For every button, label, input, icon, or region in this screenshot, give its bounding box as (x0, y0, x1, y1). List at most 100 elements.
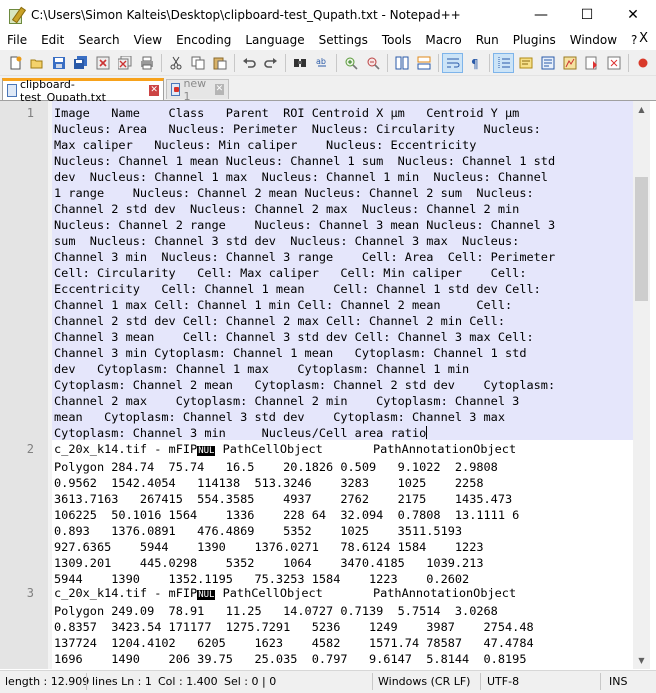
line-3-text[interactable]: c_20x_k14.tif - mFIPNUL PathCellObject P… (54, 585, 534, 667)
svg-text:ab: ab (316, 57, 326, 66)
line-2-head: c_20x_k14.tif - mFIP (54, 442, 198, 456)
editor-right-edge (650, 101, 656, 669)
tab-clipboard-test[interactable]: clipboard-test_Qupath.txt ✕ (2, 78, 164, 104)
toolbar-separator (438, 53, 439, 72)
line-2-tail: PathCellObject PathAnnotationObject (215, 442, 517, 456)
document-tab-bar: clipboard-test_Qupath.txt ✕ new 1 ✕ (0, 76, 656, 104)
text-caret (426, 426, 428, 439)
menu-bar: File Edit Search View Encoding Language … (0, 30, 656, 50)
document-map-icon[interactable] (537, 53, 558, 73)
menu-encoding[interactable]: Encoding (169, 33, 238, 47)
menu-macro[interactable]: Macro (418, 33, 468, 47)
editor-area[interactable]: 1 2 3 Image Name Class Parent ROI Centro… (0, 101, 656, 669)
line-2-text[interactable]: c_20x_k14.tif - mFIPNUL PathCellObject P… (54, 441, 519, 587)
menu-settings[interactable]: Settings (312, 33, 375, 47)
toolbar-separator (285, 53, 286, 72)
status-encoding[interactable]: UTF-8 (487, 675, 519, 688)
tab-new-1[interactable]: new 1 ✕ (166, 77, 229, 103)
word-wrap-icon[interactable] (442, 52, 463, 73)
toolbar: ab ¶ (0, 50, 656, 76)
menu-file[interactable]: File (0, 33, 34, 47)
title-bar: C:\Users\Simon Kalteis\Desktop\clipboard… (0, 0, 656, 30)
save-all-icon[interactable] (70, 53, 91, 73)
toolbar-separator (234, 53, 235, 72)
status-length: length : 12.909 (5, 675, 90, 688)
close-file-icon[interactable] (92, 53, 113, 73)
line-3-rest: Polygon 249.09 78.91 11.25 14.0727 0.713… (54, 604, 534, 666)
menu-run[interactable]: Run (469, 33, 506, 47)
menu-language[interactable]: Language (238, 33, 311, 47)
menu-view[interactable]: View (127, 33, 169, 47)
show-all-characters-icon[interactable]: ¶ (464, 53, 485, 73)
close-document-button[interactable]: X (639, 31, 648, 46)
line-number-gutter: 1 2 3 (0, 101, 48, 669)
line-number: 3 (26, 586, 34, 600)
monitoring-icon[interactable] (603, 53, 624, 73)
record-macro-icon[interactable] (632, 53, 653, 73)
line-1-content: Image Name Class Parent ROI Centroid X µ… (54, 106, 556, 440)
status-bar: length : 12.909 lines Ln : 1 Col : 1.400… (0, 670, 656, 693)
user-defined-language-icon[interactable] (515, 53, 536, 73)
status-insert-mode: INS (609, 675, 628, 688)
redo-icon[interactable] (260, 53, 281, 73)
status-line: lines Ln : 1 (92, 675, 152, 688)
tab-label: new 1 (183, 76, 207, 103)
replace-icon[interactable]: ab (311, 53, 332, 73)
menu-plugins[interactable]: Plugins (506, 33, 563, 47)
status-divider (600, 673, 601, 690)
zoom-in-icon[interactable] (340, 53, 361, 73)
window-controls: — ☐ ✕ (518, 0, 656, 30)
nul-control-char: NUL (197, 590, 216, 600)
menu-tools[interactable]: Tools (375, 33, 419, 47)
print-icon[interactable] (136, 53, 157, 73)
line-number: 2 (26, 442, 34, 456)
open-file-icon[interactable] (26, 53, 47, 73)
maximize-button[interactable]: ☐ (564, 0, 610, 30)
sync-horizontal-icon[interactable] (413, 53, 434, 73)
line-1-text[interactable]: Image Name Class Parent ROI Centroid X µ… (54, 105, 555, 441)
close-button[interactable]: ✕ (610, 0, 656, 30)
scrollbar-thumb[interactable] (635, 177, 648, 301)
status-eol[interactable]: Windows (CR LF) (378, 675, 470, 688)
line-3-head: c_20x_k14.tif - mFIP (54, 586, 198, 600)
find-icon[interactable] (289, 53, 310, 73)
line-number: 1 (26, 106, 34, 120)
status-divider (86, 673, 87, 690)
save-icon[interactable] (48, 53, 69, 73)
cut-icon[interactable] (165, 53, 186, 73)
tab-close-icon[interactable]: ✕ (149, 85, 159, 96)
line-3-tail: PathCellObject PathAnnotationObject (215, 586, 517, 600)
function-list-icon[interactable] (559, 53, 580, 73)
zoom-out-icon[interactable] (362, 53, 383, 73)
minimize-button[interactable]: — (518, 0, 564, 30)
copy-icon[interactable] (187, 53, 208, 73)
vertical-scrollbar[interactable]: ▲ ▼ (633, 101, 650, 669)
toolbar-separator (628, 53, 629, 72)
toolbar-separator (387, 53, 388, 72)
scroll-up-icon[interactable]: ▲ (633, 101, 650, 118)
tab-label: clipboard-test_Qupath.txt (20, 77, 106, 104)
status-selection: Sel : 0 | 0 (224, 675, 277, 688)
new-file-icon[interactable] (4, 53, 25, 73)
indent-guide-icon[interactable] (493, 52, 514, 73)
notepadpp-logo-icon (8, 6, 27, 24)
paste-icon[interactable] (209, 53, 230, 73)
scroll-down-icon[interactable]: ▼ (633, 652, 650, 669)
toolbar-separator (489, 53, 490, 72)
unsaved-file-icon (171, 83, 181, 96)
folder-as-workspace-icon[interactable] (581, 53, 602, 73)
svg-text:¶: ¶ (471, 57, 479, 70)
undo-icon[interactable] (238, 53, 259, 73)
tab-close-icon[interactable]: ✕ (214, 84, 224, 95)
menu-window[interactable]: Window (563, 33, 624, 47)
sync-vertical-icon[interactable] (391, 53, 412, 73)
status-divider (480, 673, 481, 690)
nul-control-char: NUL (197, 446, 216, 456)
status-divider (372, 673, 373, 690)
file-icon (7, 84, 17, 97)
menu-edit[interactable]: Edit (34, 33, 71, 47)
window-title: C:\Users\Simon Kalteis\Desktop\clipboard… (31, 8, 461, 22)
close-all-icon[interactable] (114, 53, 135, 73)
menu-search[interactable]: Search (71, 33, 126, 47)
line-2-rest: Polygon 284.74 75.74 16.5 20.1826 0.509 … (54, 460, 520, 586)
